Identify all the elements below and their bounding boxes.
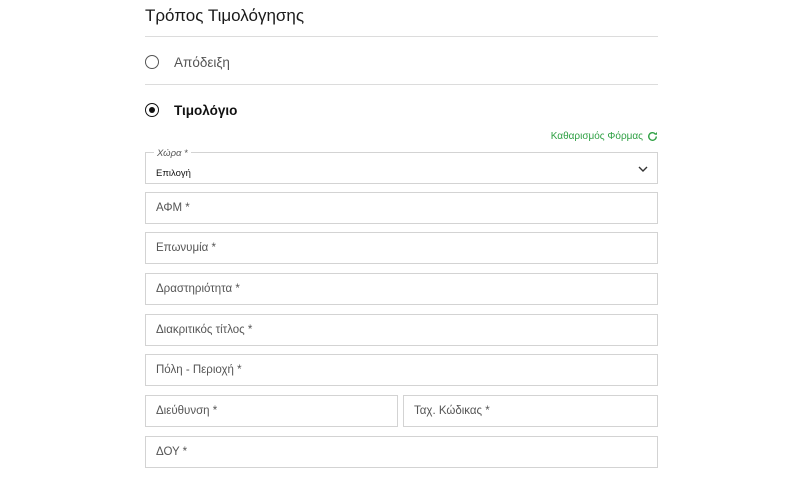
country-label: Χώρα * <box>154 148 191 159</box>
option-timologio[interactable]: Τιμολόγιο <box>145 100 237 120</box>
country-value: Επιλογή <box>156 168 191 179</box>
country-select[interactable]: Χώρα * Επιλογή <box>145 148 658 184</box>
drastiriotita-field[interactable]: Δραστηριότητα * <box>145 273 658 305</box>
poli-perioxi-field[interactable]: Πόλη - Περιοχή * <box>145 354 658 386</box>
diakritikos-titlos-field[interactable]: Διακριτικός τίτλος * <box>145 314 658 346</box>
reset-form-label: Καθαρισμός Φόρμας <box>550 131 643 142</box>
diakritikos-titlos-placeholder: Διακριτικός τίτλος * <box>156 324 253 336</box>
dieuthinsi-placeholder: Διεύθυνση * <box>156 405 218 417</box>
drastiriotita-placeholder: Δραστηριότητα * <box>156 283 240 295</box>
dieuthinsi-field[interactable]: Διεύθυνση * <box>145 395 398 427</box>
afm-placeholder: ΑΦΜ * <box>156 202 190 214</box>
poli-perioxi-placeholder: Πόλη - Περιοχή * <box>156 364 242 376</box>
tk-field[interactable]: Ταχ. Κώδικας * <box>403 395 658 427</box>
radio-apodeixi[interactable] <box>145 55 159 69</box>
option-timologio-label: Τιμολόγιο <box>174 102 238 118</box>
reset-form-button[interactable]: Καθαρισμός Φόρμας <box>551 131 658 142</box>
option-apodeixi-label: Απόδειξη <box>174 54 230 70</box>
doy-placeholder: ΔΟΥ * <box>156 446 188 458</box>
option-apodeixi[interactable]: Απόδειξη <box>145 52 230 72</box>
divider <box>145 84 658 85</box>
doy-field[interactable]: ΔΟΥ * <box>145 436 658 468</box>
eponymia-field[interactable]: Επωνυμία * <box>145 232 658 264</box>
radio-timologio[interactable] <box>145 103 159 117</box>
section-title: Τρόπος Τιμολόγησης <box>145 6 305 25</box>
refresh-icon <box>648 132 657 141</box>
chevron-down-icon <box>638 166 648 172</box>
eponymia-placeholder: Επωνυμία * <box>156 242 216 254</box>
afm-field[interactable]: ΑΦΜ * <box>145 192 658 224</box>
divider <box>145 36 658 37</box>
tk-placeholder: Ταχ. Κώδικας * <box>414 405 490 417</box>
